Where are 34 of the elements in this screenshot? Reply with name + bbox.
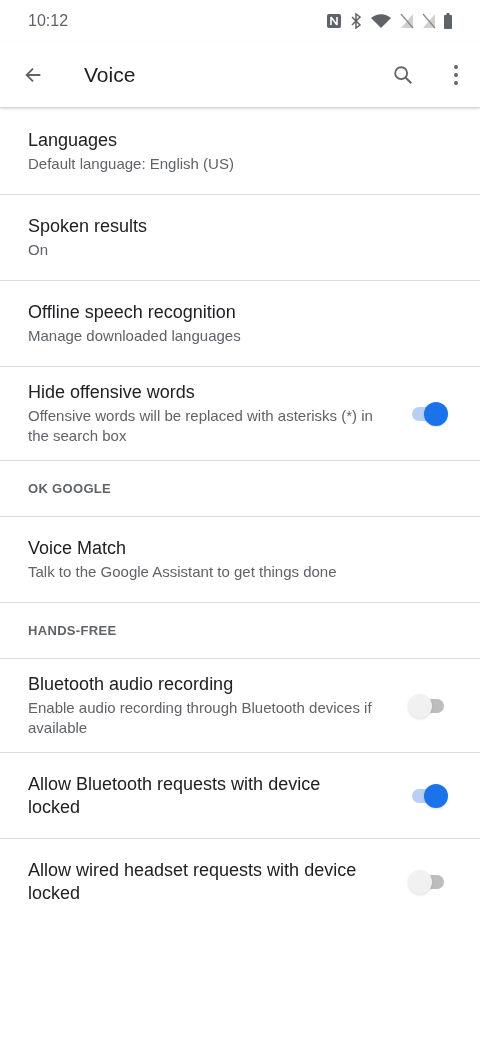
settings-row[interactable]: Spoken results On [0,194,480,280]
settings-row[interactable]: Voice Match Talk to the Google Assistant to get things done [0,516,480,602]
row-title: Offline speech recognition [28,301,237,324]
row-summary: On [28,240,49,260]
row-title: Allow wired headset requests with device locked [28,858,358,905]
row-summary: Talk to the Google Assistant to get things done [28,562,338,582]
screen-title: Voice [84,61,137,88]
more-options-button[interactable] [452,63,460,86]
nfc-icon [326,13,342,29]
settings-row[interactable]: Languages Default language: English (US) [0,108,480,194]
row-title: Bluetooth audio recording [28,673,235,696]
settings-row[interactable]: Allow Bluetooth requests with device locked [0,752,480,838]
row-title: Spoken results [28,215,149,238]
no-signal-icon [422,13,436,29]
row-summary: Manage downloaded languages [28,326,242,346]
settings-row[interactable]: Allow wired headset requests with device locked [0,838,480,924]
no-signal-icon [400,13,414,29]
row-title: Voice Match [28,537,128,560]
section-header: OK GOOGLE [28,479,112,498]
settings-row[interactable]: Hide offensive words Offensive words will be replaced with asterisks (*) in the search box [0,366,480,460]
row-title: Languages [28,128,119,152]
bluetooth-icon [350,13,362,29]
wifi-icon [370,13,392,29]
status-time: 10:12 [28,11,69,31]
row-summary: Enable audio recording through Bluetooth devices if available [28,698,373,738]
settings-row[interactable]: Bluetooth audio recording Enable audio recording through Bluetooth devices if available [0,658,480,752]
search-icon [392,63,414,86]
battery-icon [444,13,452,29]
row-title: Hide offensive words [28,381,196,404]
row-title: Allow Bluetooth requests with device locked [28,772,322,819]
settings-row[interactable]: Offline speech recognition Manage downloaded languages [0,280,480,366]
row-summary: Offensive words will be replaced with asterisks (*) in the search box [28,406,373,446]
row-summary: Default language: English (US) [28,153,235,174]
section-header: HANDS-FREE [28,621,117,640]
